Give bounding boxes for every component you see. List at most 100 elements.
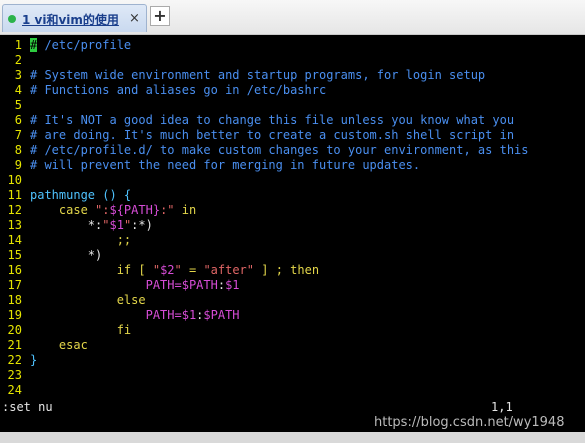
code-token: esac — [30, 338, 88, 352]
line-code: # /etc/profile — [30, 38, 131, 53]
code-token: PATH= — [30, 278, 182, 292]
command-line: :set nu — [2, 400, 53, 414]
cursor-position: 1,1 — [491, 400, 513, 414]
line-code: } — [30, 353, 37, 368]
line-number: 24 — [7, 383, 22, 397]
editor-line: 14 ;; — [0, 233, 585, 248]
editor-line: 16 if [ "$2" = "after" ] ; then — [0, 263, 585, 278]
editor-line: 8 # /etc/profile.d/ to make custom change… — [0, 143, 585, 158]
line-number: 23 — [7, 368, 22, 382]
line-code: # are doing. It's much better to create … — [30, 128, 514, 143]
editor-line: 24 — [0, 383, 585, 398]
line-number: 2 — [14, 53, 22, 67]
line-number: 7 — [14, 128, 22, 142]
bottom-bar — [0, 432, 585, 443]
editor-line: 11 pathmunge () { — [0, 188, 585, 203]
line-code: # /etc/profile.d/ to make custom changes… — [30, 143, 529, 158]
line-code: PATH=$PATH:$1 — [30, 278, 240, 293]
code-token: else — [30, 293, 146, 307]
code-token: *: — [30, 218, 103, 232]
line-number: 4 — [14, 83, 22, 97]
code-token: PATH= — [30, 308, 182, 322]
code-token: ": — [95, 203, 110, 217]
line-number: 22 — [7, 353, 22, 367]
code-token: " — [174, 263, 182, 277]
add-tab-button[interactable]: + — [150, 6, 170, 26]
code-token: ;; — [30, 233, 132, 247]
line-number: 21 — [7, 338, 22, 352]
code-token: " — [152, 263, 161, 277]
code-token: # will prevent the need for merging in f… — [30, 158, 421, 172]
line-number: 16 — [7, 263, 22, 277]
line-number: 5 — [14, 98, 22, 112]
line-code: # It's NOT a good idea to change this fi… — [30, 113, 514, 128]
line-code: else — [30, 293, 146, 308]
editor-line: 17 PATH=$PATH:$1 — [0, 278, 585, 293]
tab-bar: 1 vi和vim的使用 × + — [0, 0, 585, 35]
connection-status-icon — [8, 15, 16, 23]
tab-vi-vim[interactable]: 1 vi和vim的使用 × — [2, 4, 147, 32]
editor-line: 2 — [0, 53, 585, 68]
line-code: if [ "$2" = "after" ] ; then — [30, 263, 319, 278]
code-token: $PATH — [203, 308, 240, 322]
editor-line: 20 fi — [0, 323, 585, 338]
close-icon[interactable]: × — [129, 11, 140, 26]
line-number: 18 — [7, 293, 22, 307]
code-token: pathmunge () { — [30, 188, 132, 202]
editor-line: 18 else — [0, 293, 585, 308]
code-token: # System wide environment and startup pr… — [30, 68, 486, 82]
code-token: # /etc/profile.d/ to make custom changes… — [30, 143, 529, 157]
code-token: :" — [160, 203, 175, 217]
editor-line: 7 # are doing. It's much better to create… — [0, 128, 585, 143]
code-token: : — [217, 278, 226, 292]
code-token: } — [30, 353, 38, 367]
line-number: 19 — [7, 308, 22, 322]
terminal-editor[interactable]: 1 # /etc/profile 2 3 # System wide environme… — [0, 38, 585, 398]
watermark: https://blog.csdn.net/wy1948 — [374, 415, 565, 430]
line-number: 13 — [7, 218, 22, 232]
editor-line: 1 # /etc/profile — [0, 38, 585, 53]
code-token: :*) — [131, 218, 153, 232]
line-number: 1 — [14, 38, 22, 52]
code-token: ] ; then — [254, 263, 320, 277]
line-code: *) — [30, 248, 102, 263]
line-number: 15 — [7, 248, 22, 262]
line-number: 9 — [14, 158, 22, 172]
code-token: "after" — [203, 263, 255, 277]
editor-line: 15 *) — [0, 248, 585, 263]
code-token: = — [181, 263, 204, 277]
editor-line: 19 PATH=$1:$PATH — [0, 308, 585, 323]
line-code: fi — [30, 323, 131, 338]
editor-line: 10 — [0, 173, 585, 188]
editor-line: 23 — [0, 368, 585, 383]
code-token: $PATH — [181, 278, 218, 292]
line-code: # will prevent the need for merging in f… — [30, 158, 420, 173]
editor-line: 13 *:"$1":*) — [0, 218, 585, 233]
line-number: 8 — [14, 143, 22, 157]
code-token: fi — [30, 323, 132, 337]
code-token: in — [174, 203, 197, 217]
line-number: 11 — [7, 188, 22, 202]
line-number: 12 — [7, 203, 22, 217]
editor-line: 6 # It's NOT a good idea to change this f… — [0, 113, 585, 128]
code-token: ${PATH} — [109, 203, 161, 217]
editor-line: 22} — [0, 353, 585, 368]
code-token: $1 — [181, 308, 197, 322]
code-token: # Functions and aliases go in /etc/bashr… — [30, 83, 327, 97]
editor-line: 12 case ":${PATH}:" in — [0, 203, 585, 218]
code-token: case — [30, 203, 96, 217]
line-code: PATH=$1:$PATH — [30, 308, 240, 323]
line-code: ;; — [30, 233, 131, 248]
line-code: # System wide environment and startup pr… — [30, 68, 485, 83]
line-code: # Functions and aliases go in /etc/bashr… — [30, 83, 326, 98]
code-token: if [ — [30, 263, 153, 277]
line-number: 14 — [7, 233, 22, 247]
editor-line: 3 # System wide environment and startup p… — [0, 68, 585, 83]
line-code: *:"$1":*) — [30, 218, 153, 233]
code-token: /etc/profile — [37, 38, 132, 52]
status-line: :set nu 1,1 — [0, 399, 585, 415]
code-token: $1 — [225, 278, 240, 292]
line-number: 3 — [14, 68, 22, 82]
code-token: $2 — [160, 263, 175, 277]
line-code: esac — [30, 338, 88, 353]
